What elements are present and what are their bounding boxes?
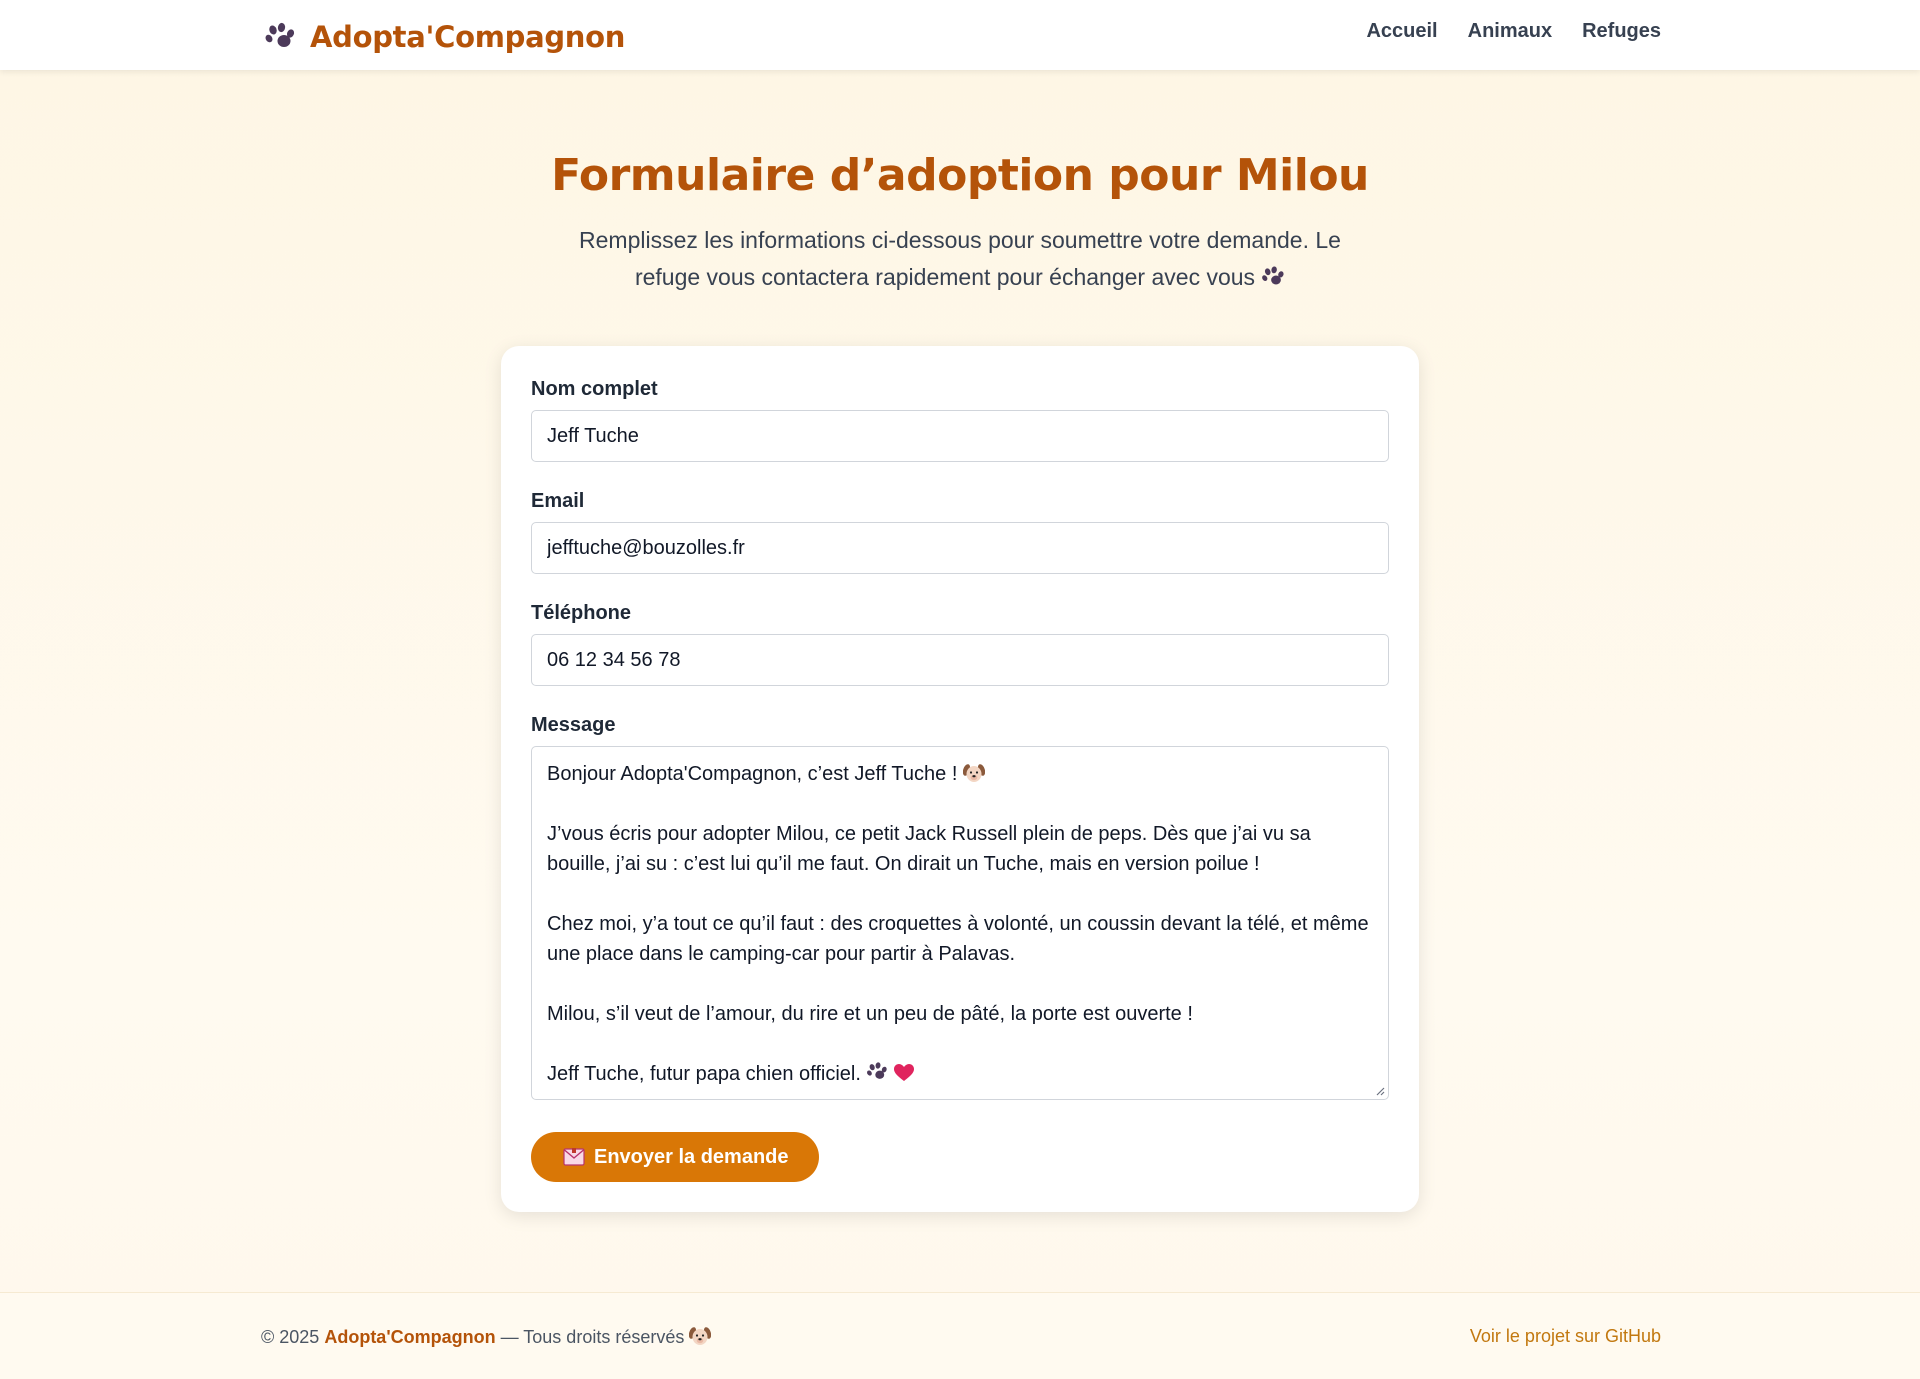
footer-rights: — Tous droits réservés bbox=[500, 1327, 685, 1347]
nav-item-refuges[interactable]: Refuges bbox=[1582, 20, 1661, 43]
main-nav: Accueil Animaux Refuges bbox=[1366, 20, 1661, 43]
message-signature: Jeff Tuche, futur papa chien officiel. bbox=[547, 1063, 861, 1085]
submit-button[interactable]: Envoyer la demande bbox=[531, 1132, 819, 1182]
footer-brand: Adopta'Compagnon bbox=[324, 1327, 496, 1347]
heart-icon bbox=[894, 1064, 914, 1082]
message-paragraph-4: Milou, s’il veut de l’amour, du rire et … bbox=[547, 1003, 1193, 1025]
submit-button-label: Envoyer la demande bbox=[594, 1145, 789, 1168]
name-label: Nom complet bbox=[531, 378, 658, 400]
email-field[interactable] bbox=[531, 522, 1389, 574]
phone-label: Téléphone bbox=[531, 602, 632, 624]
message-paragraph-2: J’vous écris pour adopter Milou, ce peti… bbox=[547, 823, 1317, 875]
footer-copyright-year: © 2025 bbox=[261, 1327, 320, 1347]
brand-name: Adopta'Compagnon bbox=[310, 20, 626, 54]
message-paragraph-3: Chez moi, y’a tout ce qu’il faut : des c… bbox=[547, 913, 1375, 965]
nav-item-animaux[interactable]: Animaux bbox=[1468, 20, 1552, 43]
paw-icon bbox=[866, 1061, 888, 1083]
github-link[interactable]: Voir le projet sur GitHub bbox=[1470, 1326, 1661, 1347]
brand-logo-link[interactable]: Adopta'Compagnon bbox=[264, 17, 625, 57]
paw-icon bbox=[1261, 265, 1285, 289]
message-textarea[interactable]: Bonjour Adopta'Compagnon, c’est Jeff Tuc… bbox=[531, 746, 1389, 1100]
site-footer: © 2025 Adopta'Compagnon — Tous droits ré… bbox=[0, 1292, 1920, 1379]
message-line-1: Bonjour Adopta'Compagnon, c’est Jeff Tuc… bbox=[547, 763, 958, 785]
message-label: Message bbox=[531, 714, 616, 736]
resize-handle-icon[interactable] bbox=[1375, 1086, 1385, 1096]
nav-item-accueil[interactable]: Accueil bbox=[1366, 20, 1437, 43]
page-title: Formulaire d’adoption pour Milou bbox=[551, 150, 1369, 201]
page-subtitle-text: Remplissez les informations ci-dessous p… bbox=[579, 227, 1341, 290]
footer-copyright: © 2025 Adopta'Compagnon — Tous droits ré… bbox=[261, 1326, 711, 1348]
page-subtitle: Remplissez les informations ci-dessous p… bbox=[550, 222, 1370, 296]
phone-field[interactable] bbox=[531, 634, 1389, 686]
site-header: Adopta'Compagnon Accueil Animaux Refuges bbox=[0, 0, 1920, 70]
paw-icon bbox=[264, 21, 296, 53]
email-label: Email bbox=[531, 490, 585, 512]
dog-face-icon bbox=[963, 763, 985, 783]
name-field[interactable] bbox=[531, 410, 1389, 462]
dog-face-icon bbox=[689, 1326, 711, 1346]
adoption-form: Nom complet Email Téléphone Message Bonj… bbox=[501, 346, 1419, 1212]
envelope-icon bbox=[563, 1148, 585, 1166]
